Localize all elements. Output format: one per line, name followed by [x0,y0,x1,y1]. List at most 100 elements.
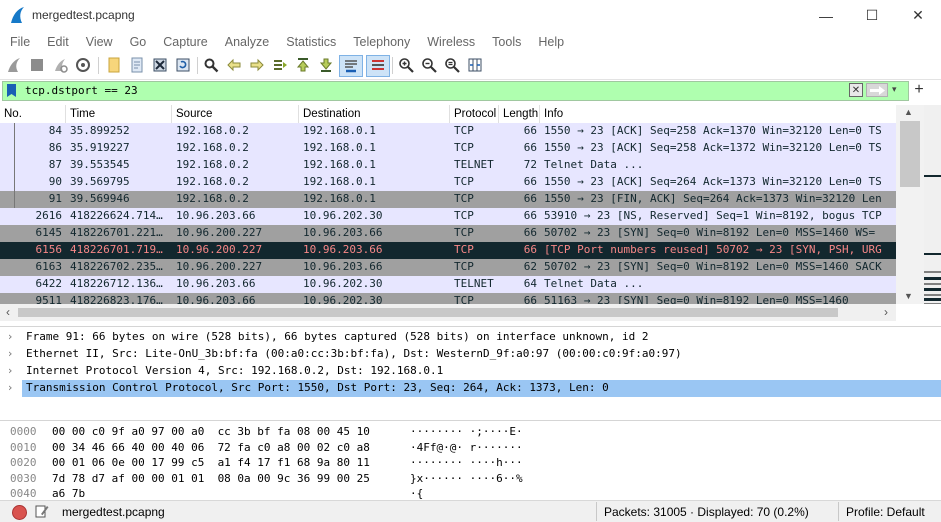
edit-comment-icon[interactable] [35,504,49,518]
bytes-offset: 0010 [10,440,37,454]
cell-time: 39.569795 [70,175,130,188]
cell-source: 192.168.0.2 [176,175,249,188]
clear-filter-icon[interactable]: ✕ [849,83,863,97]
bytes-row[interactable]: 0030 7d 78 d7 af 00 00 01 01 08 0a 00 9c … [0,472,941,488]
cell-time: 35.919227 [70,141,130,154]
find-icon[interactable] [201,55,221,75]
packet-list-horizontal-scrollbar[interactable]: ‹ › [0,304,896,321]
column-header-length[interactable]: Length [499,105,540,123]
menu-tools[interactable]: Tools [482,35,528,49]
column-header-info[interactable]: Info [540,105,896,123]
status-bar: mergedtest.pcapng Packets: 31005 · Displ… [0,500,941,522]
colorize-icon[interactable] [366,55,390,77]
packet-row[interactable]: 84 35.899252 192.168.0.2 192.168.0.1 TCP 66 15… [0,123,896,140]
bytes-row[interactable]: 0000 00 00 c0 9f a0 97 00 a0 cc 3b bf fa … [0,425,941,441]
cell-length: 66 [523,294,537,304]
menu-view[interactable]: View [76,35,120,49]
menu-go[interactable]: Go [120,35,154,49]
packet-row[interactable]: 91 39.569946 192.168.0.2 192.168.0.1 TCP 66 15… [0,191,896,208]
packet-row[interactable]: 2616 418226624.714… 10.96.203.66 10.96.202.… [0,208,896,225]
column-header-destination[interactable]: Destination [299,105,450,123]
scroll-down-icon[interactable]: ▼ [904,291,913,301]
capture-status-icon[interactable] [12,505,27,520]
related-packet-marker [14,140,15,157]
cell-protocol: TCP [454,226,474,239]
autoscroll-icon[interactable] [339,55,363,77]
expand-arrow-icon[interactable]: › [8,381,12,394]
menu-help[interactable]: Help [528,35,571,49]
status-profile[interactable]: Profile: Default [846,505,925,519]
packet-row[interactable]: 86 35.919227 192.168.0.2 192.168.0.1 TCP 66 15… [0,140,896,157]
menu-analyze[interactable]: Analyze [215,35,276,49]
stop-icon[interactable] [27,55,47,75]
display-filter-text[interactable]: tcp.dstport == 23 [25,84,138,97]
filter-history-dropdown[interactable]: ▾ [892,84,897,95]
expand-arrow-icon[interactable]: › [8,347,12,360]
menu-capture[interactable]: Capture [153,35,214,49]
detail-row-tcp-selected[interactable]: › Transmission Control Protocol, Src Por… [0,380,941,397]
detail-row-ethernet[interactable]: › Ethernet II, Src: Lite-OnU_3b:bf:fa (0… [0,346,941,363]
open-recent-icon[interactable] [127,55,147,75]
packet-row[interactable]: 6422 418226712.136… 10.96.203.66 10.96.202.… [0,276,896,293]
zoom-out-icon[interactable] [419,55,439,75]
packet-row[interactable]: 6163 418226702.235… 10.96.200.227 10.96.203… [0,259,896,276]
scroll-left-icon[interactable]: ‹ [6,305,10,319]
add-filter-button-icon[interactable]: + [912,81,926,99]
scroll-right-icon[interactable]: › [884,305,888,319]
horizontal-scrollbar-thumb[interactable] [18,308,838,317]
packet-list-vertical-scrollbar[interactable]: ▲ ▼ [896,105,924,304]
packet-row[interactable]: 87 39.553545 192.168.0.2 192.168.0.1 TELNET 7… [0,157,896,174]
menu-telephony[interactable]: Telephony [343,35,417,49]
last-packet-icon[interactable] [316,55,336,75]
menu-edit[interactable]: Edit [37,35,76,49]
expand-arrow-icon[interactable]: › [8,364,12,377]
restart-icon[interactable] [50,55,70,75]
packet-list-header: No. Time Source Destination Protocol Len… [0,105,896,124]
detail-row-ipv4[interactable]: › Internet Protocol Version 4, Src: 192.… [0,363,941,380]
close-file-icon[interactable] [150,55,170,75]
packet-row[interactable]: 6156 418226701.719… 10.96.200.227 10.96.203… [0,242,896,259]
menu-wireless[interactable]: Wireless [417,35,482,49]
cell-length: 66 [523,226,537,239]
column-header-source[interactable]: Source [172,105,299,123]
packet-row[interactable]: 90 39.569795 192.168.0.2 192.168.0.1 TCP 66 15… [0,174,896,191]
normal-size-icon[interactable] [442,55,462,75]
packet-row[interactable]: 9511 418226823.176… 10.96.203.66 10.96.202.… [0,293,896,304]
detail-row-frame[interactable]: › Frame 91: 66 bytes on wire (528 bits),… [0,329,941,346]
go-back-icon[interactable] [224,55,244,75]
packet-row[interactable]: 6145 418226701.221… 10.96.200.227 10.96.203… [0,225,896,242]
minimap-stripe [924,283,941,285]
scrollbar-thumb[interactable] [900,121,920,187]
open-file-icon[interactable] [104,55,124,75]
zoom-in-icon[interactable] [396,55,416,75]
bytes-row[interactable]: 0020 00 01 06 0e 00 17 99 c5 a1 f4 17 f1 … [0,456,941,472]
bytes-row[interactable]: 0010 00 34 46 66 40 00 40 06 72 fa c0 a8 … [0,441,941,457]
shark-fin-start-icon[interactable] [4,55,24,75]
first-packet-icon[interactable] [293,55,313,75]
capture-options-icon[interactable] [73,55,93,75]
minimize-button[interactable]: — [803,0,849,31]
expand-arrow-icon[interactable]: › [8,330,12,343]
column-header-time[interactable]: Time [66,105,172,123]
cell-length: 72 [523,158,537,171]
column-header-no[interactable]: No. [0,105,66,123]
bookmark-icon[interactable] [7,84,16,97]
minimap-stripe [924,288,941,291]
bytes-offset: 0040 [10,487,37,500]
scroll-up-icon[interactable]: ▲ [904,107,913,117]
column-header-protocol[interactable]: Protocol [450,105,499,123]
resize-columns-icon[interactable] [465,55,485,75]
go-to-packet-icon[interactable] [270,55,290,75]
maximize-button[interactable]: ☐ [849,0,895,31]
go-forward-icon[interactable] [247,55,267,75]
apply-filter-button[interactable] [866,83,888,97]
reload-icon[interactable] [173,55,193,75]
display-filter-input[interactable]: tcp.dstport == 23 ✕ ▾ [2,81,909,101]
cell-protocol: TCP [454,192,474,205]
menu-file[interactable]: File [0,35,37,49]
packet-minimap[interactable] [924,105,941,304]
toolbar-separator [392,57,393,74]
close-button[interactable]: ✕ [895,0,941,31]
cell-length: 62 [523,260,537,273]
menu-statistics[interactable]: Statistics [276,35,343,49]
